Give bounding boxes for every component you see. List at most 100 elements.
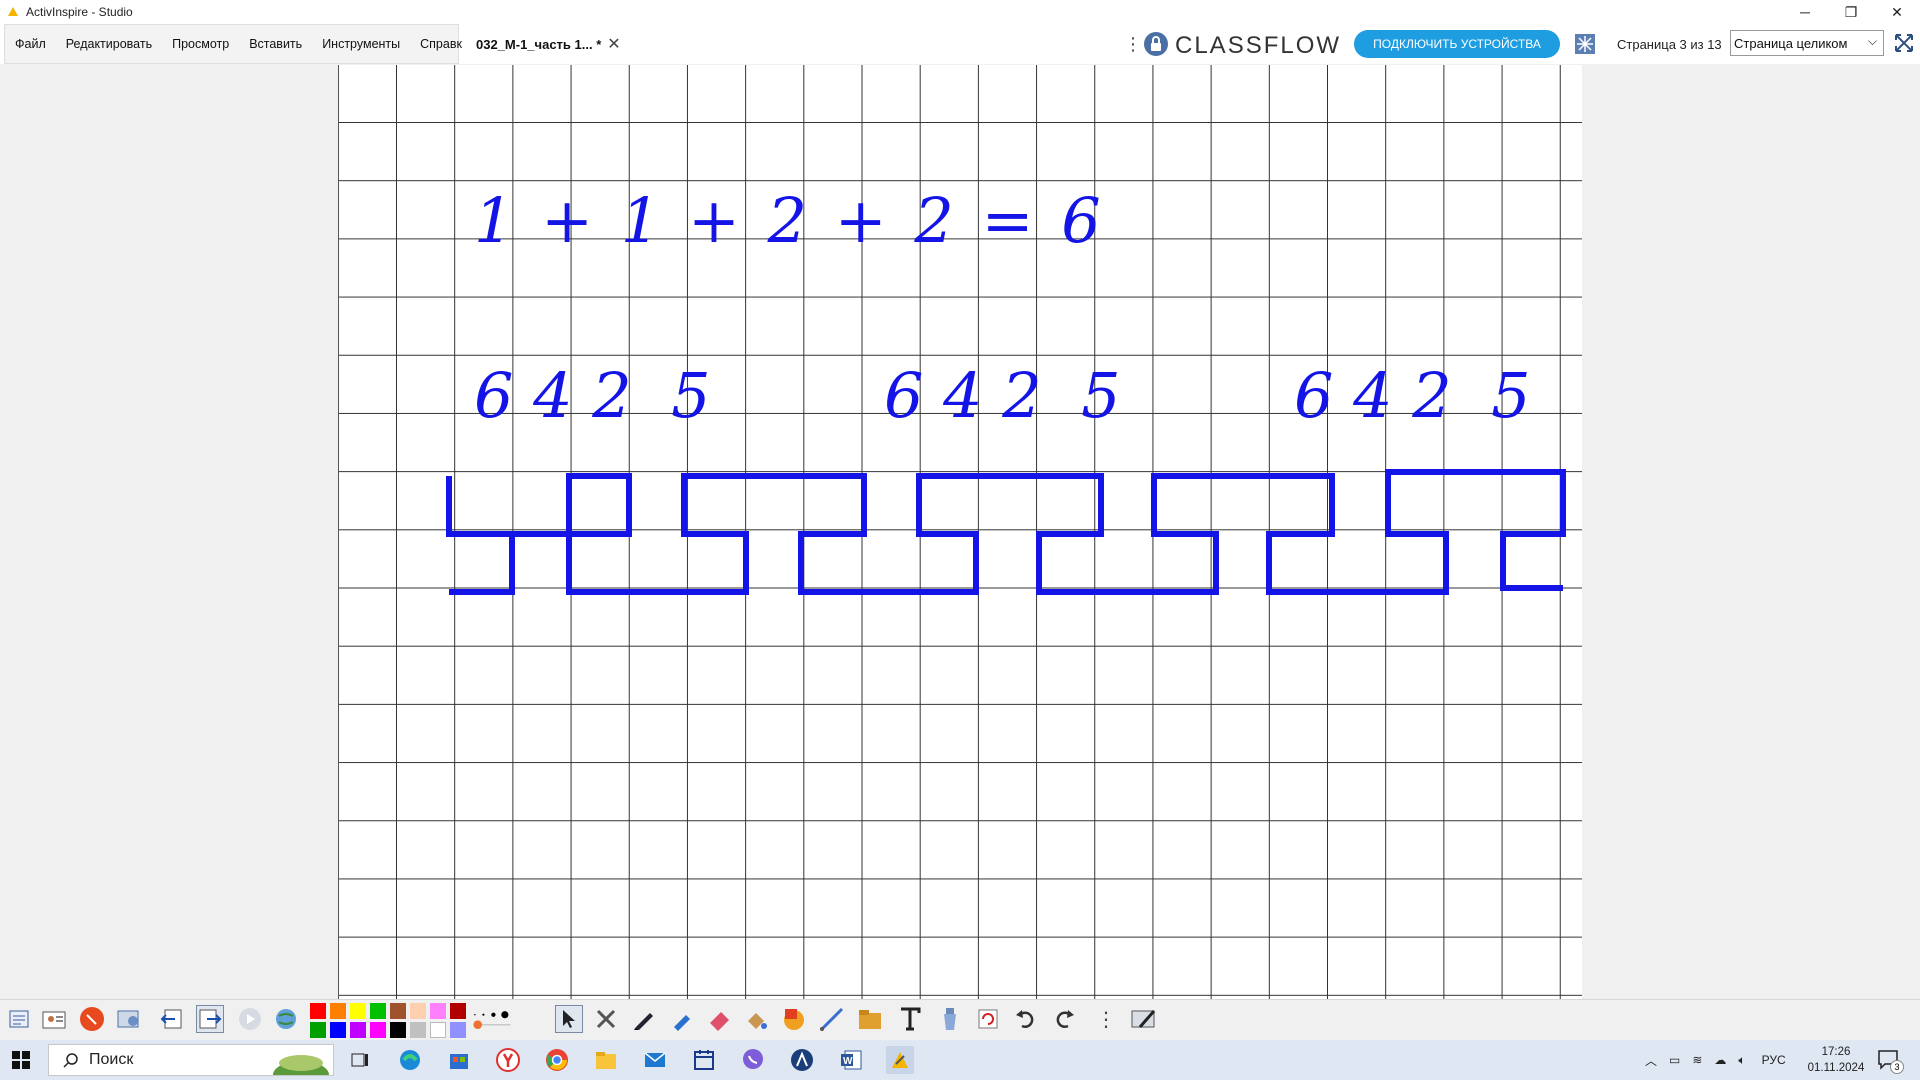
clear-icon[interactable] [936,1005,964,1033]
color-swatch[interactable] [310,1003,326,1019]
tools-icon[interactable] [592,1005,620,1033]
store-icon[interactable] [445,1046,473,1074]
more-options-icon[interactable]: ⋮ [1124,34,1142,55]
calendar-app-icon[interactable] [690,1046,718,1074]
close-tab-icon[interactable]: ✕ [607,34,620,54]
title-bar: ActivInspire - Studio ─ ❐ ✕ [0,0,1920,24]
select-cursor-icon[interactable] [555,1005,583,1033]
menu-file[interactable]: Файл [5,24,56,64]
wifi-icon[interactable]: ≋ [1692,1053,1702,1067]
previous-page-icon[interactable] [158,1005,186,1033]
classflow-lock-icon[interactable] [1143,31,1169,57]
text-tool-icon[interactable] [896,1005,924,1033]
chevron-down-icon: ⌵ [1867,34,1877,48]
settings-tools-icon[interactable] [115,1005,143,1033]
color-swatch[interactable] [310,1022,326,1038]
menu-insert[interactable]: Вставить [239,24,312,64]
color-swatch[interactable] [450,1022,466,1038]
activinspire-window: ActivInspire - Studio ─ ❐ ✕ Файл Редакти… [0,0,1920,1080]
browser-icon[interactable] [40,1005,68,1033]
zoom-select[interactable]: Страница целиком ⌵ [1730,30,1884,56]
app-triangle-icon[interactable] [788,1046,816,1074]
color-swatch[interactable] [450,1003,466,1019]
color-swatch[interactable] [330,1022,346,1038]
window-title: ActivInspire - Studio [26,5,133,19]
pen-icon[interactable] [630,1005,658,1033]
main-menu-icon[interactable] [5,1005,33,1033]
connect-devices-button[interactable]: ПОДКЛЮЧИТЬ УСТРОЙСТВА [1354,30,1560,58]
system-tray: ︿ ▭ ≋ ☁ 🔈︎ РУС [1645,1040,1786,1080]
color-swatch[interactable] [330,1003,346,1019]
number-group-2: 6 4 2 5 [884,359,1121,432]
color-swatch[interactable] [350,1003,366,1019]
classflow-logo: CLASSFLOW [1175,32,1342,59]
clock-date: 01.11.2024 [1807,1062,1865,1074]
close-window-button[interactable]: ✕ [1874,0,1920,24]
globe-icon[interactable] [272,1005,300,1033]
tray-device-icon[interactable]: ▭ [1669,1053,1680,1067]
language-indicator[interactable]: РУС [1762,1053,1786,1067]
file-explorer-icon[interactable] [592,1046,620,1074]
color-swatch[interactable] [410,1022,426,1038]
edge-icon[interactable] [396,1046,424,1074]
zoom-select-value: Страница целиком [1734,35,1848,51]
next-page-icon[interactable] [196,1005,224,1033]
bottom-toolbar: ⋮ [0,999,1920,1038]
document-tab-label: 032_М-1_часть 1... * [476,36,602,52]
yandex-browser-icon[interactable] [494,1046,522,1074]
play-icon[interactable] [236,1005,264,1033]
page-counter: Страница 3 из 13 [1617,37,1722,52]
color-swatch[interactable] [410,1003,426,1019]
clock[interactable]: 17:26 01.11.2024 [1806,1044,1866,1076]
color-swatch[interactable] [350,1022,366,1038]
notifications-icon[interactable]: 3 [1876,1048,1904,1074]
resource-library-icon[interactable] [856,1005,884,1033]
activinspire-task-icon[interactable] [886,1046,914,1074]
color-swatch[interactable] [370,1022,386,1038]
desktop-annotate-icon[interactable] [1130,1005,1158,1033]
document-tab[interactable]: 032_М-1_часть 1... * ✕ [462,24,640,64]
pen-width-slider[interactable] [472,1005,512,1033]
tray-expand-icon[interactable]: ︿ [1645,1052,1657,1069]
app-icon [8,7,18,16]
meander-pattern [446,469,1566,595]
task-view-icon[interactable] [346,1046,374,1074]
redo-icon[interactable] [1050,1005,1078,1033]
chrome-icon[interactable] [543,1046,571,1074]
taskbar-search[interactable]: Поиск [48,1044,334,1076]
more-tools-icon[interactable]: ⋮ [1092,1005,1120,1033]
shape-icon[interactable] [780,1005,808,1033]
page-fit-icon[interactable] [1574,33,1596,55]
color-swatch[interactable] [430,1022,446,1038]
fill-icon[interactable] [742,1005,770,1033]
search-placeholder: Поиск [89,1051,134,1068]
fullscreen-icon[interactable] [1893,32,1915,54]
color-swatch[interactable] [430,1003,446,1019]
mail-icon[interactable] [641,1046,669,1074]
menu-tools[interactable]: Инструменты [312,24,410,64]
search-icon [63,1053,78,1068]
flipchart-page[interactable]: 1 + 1 + 2 + 2 = 6 6 4 2 5 6 4 2 5 6 4 2 … [338,65,1582,999]
menu-bar: Файл Редактировать Просмотр Вставить Инс… [4,24,469,64]
windows-start-icon[interactable] [12,1051,30,1069]
minimize-button[interactable]: ─ [1782,0,1828,24]
color-swatch[interactable] [390,1003,406,1019]
reset-page-icon[interactable] [974,1005,1002,1033]
clock-time: 17:26 [1821,1046,1851,1058]
volume-icon[interactable]: 🔈︎ [1738,1053,1745,1068]
undo-icon[interactable] [1012,1005,1040,1033]
menu-edit[interactable]: Редактировать [56,24,162,64]
search-highlight-image [273,1055,329,1075]
menu-view[interactable]: Просмотр [162,24,239,64]
restore-button[interactable]: ❐ [1828,0,1874,24]
cloud-icon[interactable]: ☁ [1714,1053,1726,1067]
eraser-icon[interactable] [706,1005,734,1033]
activote-icon[interactable] [78,1005,106,1033]
header-row: Файл Редактировать Просмотр Вставить Инс… [0,24,1920,64]
color-swatch[interactable] [390,1022,406,1038]
connector-icon[interactable] [818,1005,846,1033]
highlighter-icon[interactable] [668,1005,696,1033]
viber-icon[interactable] [739,1046,767,1074]
color-swatch[interactable] [370,1003,386,1019]
word-icon[interactable]: W [837,1046,865,1074]
